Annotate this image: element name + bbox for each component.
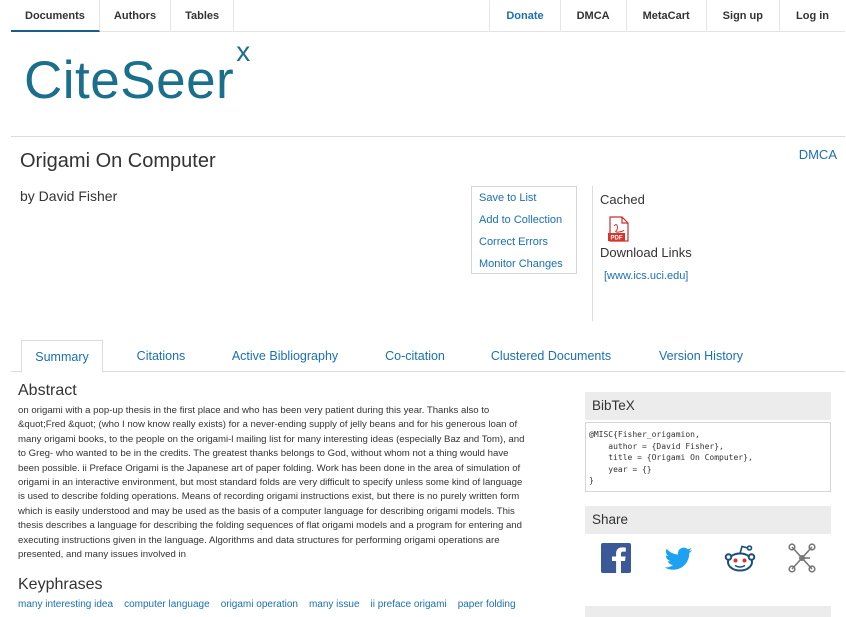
abstract-line: &quot;Fred &quot; (who I now know really… (18, 419, 518, 431)
logo-text: CiteSeer (24, 51, 235, 110)
abstract-line: on origami with a pop-up thesis in the f… (18, 405, 490, 416)
facebook-icon[interactable] (600, 541, 632, 575)
bibtex-box[interactable]: @MISC{Fisher_origamion, author = {David … (585, 422, 831, 492)
tab-summary[interactable]: Summary (21, 340, 103, 373)
keyphrase-link[interactable]: origami operation (221, 599, 298, 610)
keyphrase-list: many interesting idea computer language … (18, 599, 516, 610)
keyphrase-link[interactable]: many issue (309, 599, 360, 610)
document-actions: Save to List Add to Collection Correct E… (471, 186, 577, 274)
abstract-line: many origami books, to the people on the… (18, 433, 525, 445)
correct-errors-link[interactable]: Correct Errors (479, 236, 576, 258)
keyphrases-heading: Keyphrases (18, 576, 103, 593)
download-links-label: Download Links (600, 245, 692, 260)
abstract-line: presented, and many issues involved in (18, 549, 186, 561)
monitor-changes-link[interactable]: Monitor Changes (479, 258, 576, 280)
abstract-line: is used to describe folding operations. … (18, 491, 520, 503)
abstract-line: thesis describes a language for describi… (18, 520, 522, 532)
nav-tables[interactable]: Tables (171, 0, 235, 32)
abstract-text: on origami with a pop-up thesis in the f… (18, 404, 574, 562)
abstract-line: which is easily understood and may be us… (18, 505, 515, 517)
keyphrase-link[interactable]: paper folding (458, 599, 516, 610)
share-icons (600, 541, 825, 575)
nav-documents[interactable]: Documents (11, 0, 100, 32)
bibtex-heading: BibTeX (585, 392, 831, 420)
twitter-icon[interactable] (662, 541, 694, 575)
pdf-icon[interactable]: PDF (608, 216, 630, 242)
abstract-heading: Abstract (18, 382, 77, 399)
keyphrase-link[interactable]: many interesting idea (18, 599, 113, 610)
cached-label: Cached (600, 192, 645, 207)
header-divider (11, 136, 845, 137)
sidebar-bottom-panel (585, 606, 831, 617)
citeseer-logo[interactable]: CiteSeerx (24, 36, 251, 111)
keyphrase-link[interactable]: computer language (124, 599, 210, 610)
abstract-line: origami in an interactive environment, b… (18, 477, 523, 489)
document-title: Origami On Computer (20, 150, 216, 172)
document-author: by David Fisher (20, 188, 118, 204)
tab-citations[interactable]: Citations (121, 340, 201, 372)
abstract-line: executing instructions given in the lang… (18, 534, 500, 546)
nav-metacart[interactable]: MetaCart (625, 0, 706, 32)
tab-clustered-documents[interactable]: Clustered Documents (481, 340, 621, 372)
top-navigation: Documents Authors Tables Donate DMCA Met… (11, 0, 845, 32)
primary-nav: Documents Authors Tables (11, 0, 235, 32)
nav-dmca[interactable]: DMCA (559, 0, 626, 32)
nav-log-in[interactable]: Log in (779, 0, 845, 32)
reddit-icon[interactable] (724, 541, 756, 575)
svg-text:PDF: PDF (611, 236, 623, 242)
abstract-line: to Greg- who wanted to be in the credits… (18, 448, 509, 460)
logo-superscript: x (236, 36, 251, 68)
vertical-divider (592, 186, 593, 321)
document-tabs: Summary Citations Active Bibliography Co… (11, 340, 845, 373)
tab-version-history[interactable]: Version History (645, 340, 757, 372)
secondary-nav: Donate DMCA MetaCart Sign up Log in (489, 0, 845, 32)
add-to-collection-link[interactable]: Add to Collection (479, 214, 576, 236)
nav-authors[interactable]: Authors (100, 0, 172, 32)
share-heading: Share (585, 506, 831, 534)
tab-co-citation[interactable]: Co-citation (373, 340, 457, 372)
keyphrase-link[interactable]: ii preface origami (371, 599, 447, 610)
nav-sign-up[interactable]: Sign up (705, 0, 779, 32)
nav-donate[interactable]: Donate (489, 0, 559, 32)
save-to-list-link[interactable]: Save to List (479, 192, 576, 214)
download-link-ics[interactable]: [www.ics.uci.edu] (604, 270, 688, 282)
network-icon[interactable] (786, 541, 818, 575)
abstract-line: been possible. ii Preface Origami is the… (18, 462, 521, 474)
tab-active-bibliography[interactable]: Active Bibliography (221, 340, 349, 372)
dmca-link[interactable]: DMCA (799, 147, 837, 162)
